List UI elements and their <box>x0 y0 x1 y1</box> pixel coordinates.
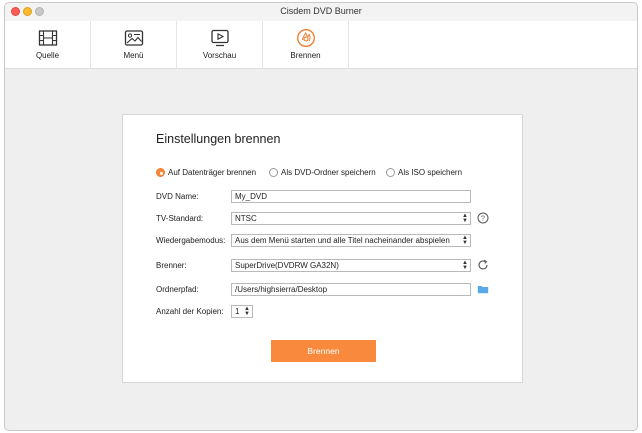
toolbar: Quelle Menü Vorschau Brennen <box>5 21 637 69</box>
radio-burn-to-disc[interactable]: Auf Datenträger brennen <box>156 168 256 177</box>
tv-standard-label: TV-Standard: <box>156 214 204 223</box>
tv-standard-value: NTSC <box>235 214 257 223</box>
page-title: Einstellungen brennen <box>156 132 281 146</box>
select-arrows-icon: ▲ ▼ <box>462 260 468 271</box>
radio-label: Auf Datenträger brennen <box>168 168 257 177</box>
app-window: Cisdem DVD Burner Quelle Menü Vorschau B… <box>4 2 638 431</box>
tv-standard-select[interactable]: NTSC ▲ ▼ <box>231 212 471 225</box>
radio-save-dvd-folder[interactable]: Als DVD-Ordner speichern <box>269 168 376 177</box>
select-arrows-icon: ▲ ▼ <box>244 306 250 317</box>
tab-menu[interactable]: Menü <box>91 21 177 69</box>
title-bar: Cisdem DVD Burner <box>5 3 637 21</box>
help-icon[interactable]: ? <box>477 212 489 224</box>
playback-mode-label: Wiedergabemodus: <box>156 236 226 245</box>
preview-play-icon <box>211 29 229 47</box>
burn-settings-panel: Einstellungen brennen Auf Datenträger br… <box>122 114 523 383</box>
burner-value: SuperDrive(DVDRW GA32N) <box>235 261 339 270</box>
select-arrows-icon: ▲ ▼ <box>462 235 468 246</box>
playback-mode-select[interactable]: Aus dem Menü starten und alle Titel nach… <box>231 234 471 247</box>
radio-button[interactable] <box>386 168 395 177</box>
tab-vorschau-label: Vorschau <box>202 51 237 60</box>
dvd-name-input[interactable]: My_DVD <box>231 190 471 203</box>
radio-label: Als DVD-Ordner speichern <box>281 168 376 177</box>
radio-button[interactable] <box>156 168 165 177</box>
window-title: Cisdem DVD Burner <box>280 6 362 16</box>
tab-quelle-label: Quelle <box>35 51 60 60</box>
radio-save-iso[interactable]: Als ISO speichern <box>386 168 462 177</box>
svg-text:?: ? <box>481 216 485 223</box>
film-icon <box>38 30 58 46</box>
menu-image-icon <box>124 30 144 46</box>
select-arrows-icon: ▲ ▼ <box>462 213 468 224</box>
radio-label: Als ISO speichern <box>398 168 463 177</box>
burn-button[interactable]: Brennen <box>271 340 376 362</box>
folder-path-label: Ordnerpfad: <box>156 285 199 294</box>
copies-stepper[interactable]: 1 ▲ ▼ <box>231 305 253 318</box>
burner-label: Brenner: <box>156 261 187 270</box>
tab-brennen[interactable]: Brennen <box>263 21 349 69</box>
playback-mode-value: Aus dem Menü starten und alle Titel nach… <box>235 236 450 245</box>
copies-value: 1 <box>235 307 240 316</box>
folder-path-input[interactable]: /Users/highsierra/Desktop <box>231 283 471 296</box>
tab-quelle[interactable]: Quelle <box>5 21 91 69</box>
tab-menu-label: Menü <box>123 51 144 60</box>
burner-select[interactable]: SuperDrive(DVDRW GA32N) ▲ ▼ <box>231 259 471 272</box>
burn-disc-icon <box>297 29 315 47</box>
dvd-name-label: DVD Name: <box>156 192 199 201</box>
copies-label: Anzahl der Kopien: <box>156 307 224 316</box>
refresh-icon[interactable] <box>477 259 489 271</box>
radio-button[interactable] <box>269 168 278 177</box>
tab-brennen-label: Brennen <box>290 51 321 60</box>
folder-icon[interactable] <box>477 283 489 295</box>
tab-vorschau[interactable]: Vorschau <box>177 21 263 69</box>
